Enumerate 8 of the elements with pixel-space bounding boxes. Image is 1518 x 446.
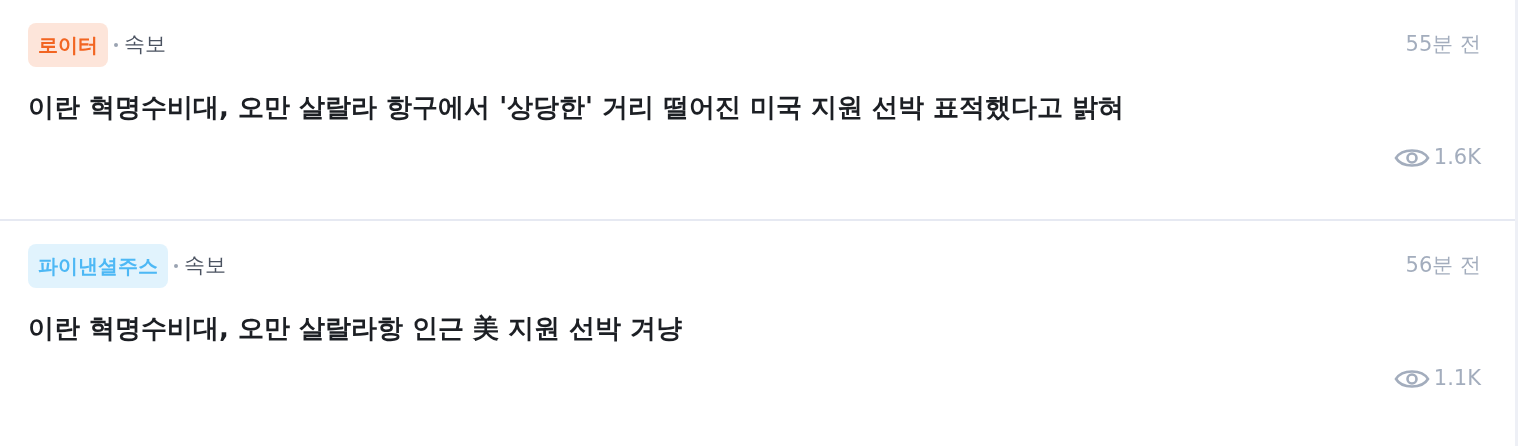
category-label: 속보 <box>184 252 226 280</box>
view-count: 1.6K <box>1433 144 1481 171</box>
headline[interactable]: 이란 혁명수비대, 오만 살랄라 항구에서 '상당한' 거리 떨어진 미국 지원 선박 표적했다고 밝혀 <box>28 88 1481 126</box>
timestamp: 56분 전 <box>1405 252 1481 280</box>
view-count: 1.1K <box>1433 365 1481 392</box>
timestamp: 55분 전 <box>1405 31 1481 59</box>
category-label: 속보 <box>124 31 166 59</box>
headline[interactable]: 이란 혁명수비대, 오만 살랄라항 인근 美 지원 선박 겨냥 <box>28 309 1481 347</box>
